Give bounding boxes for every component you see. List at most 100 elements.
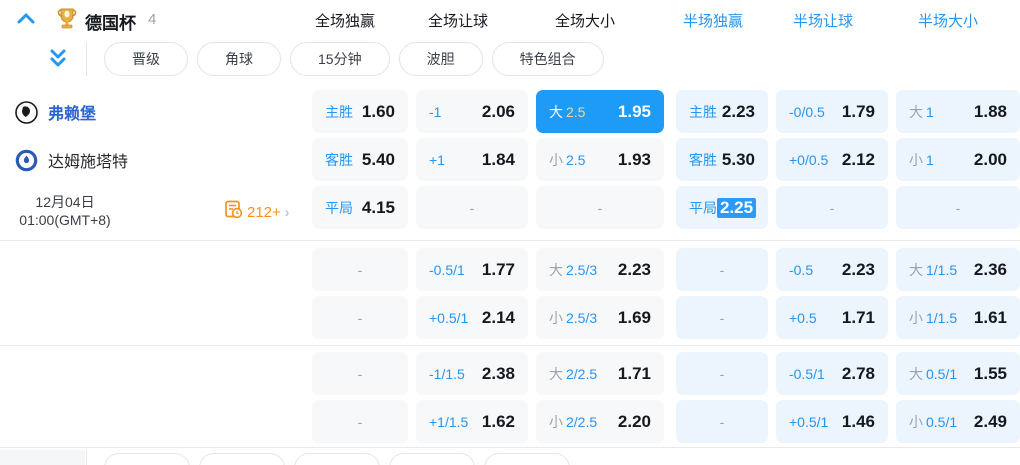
odds-cell[interactable]: - bbox=[312, 296, 408, 339]
next-section-collapse-area[interactable] bbox=[0, 450, 85, 465]
filter-chip[interactable]: 角球 bbox=[197, 42, 281, 76]
odds-label: 平局 bbox=[325, 199, 353, 216]
odds-label: 2.5 bbox=[566, 151, 586, 168]
odds-cell[interactable]: 客胜 5.40 bbox=[312, 138, 408, 181]
odds-cell[interactable]: -0.5/1 1.77 bbox=[416, 248, 528, 291]
odds-value: 1.95 bbox=[617, 101, 651, 121]
odds-cell[interactable]: 小 2.5/3 1.69 bbox=[536, 296, 664, 339]
odds-label: 主胜 bbox=[325, 103, 353, 120]
odds-cell[interactable]: 大 0.5/1 1.55 bbox=[896, 352, 1020, 395]
collapse-chevron-up-icon[interactable] bbox=[14, 7, 38, 31]
expand-double-chevron-down-icon[interactable] bbox=[45, 46, 71, 72]
odds-cell[interactable]: 大 2.5/3 2.23 bbox=[536, 248, 664, 291]
odds-label: -0.5 bbox=[789, 261, 814, 278]
odds-cell[interactable]: 主胜 2.23 bbox=[676, 90, 768, 133]
market-tab[interactable]: 半场让球 bbox=[793, 10, 853, 31]
odds-label: 客胜 bbox=[325, 151, 353, 168]
odds-value: 1.60 bbox=[361, 101, 395, 121]
filter-chip[interactable]: 15分钟 bbox=[290, 42, 390, 76]
odds-value: 2.78 bbox=[841, 363, 875, 383]
odds-cell[interactable]: +1/1.5 1.62 bbox=[416, 400, 528, 443]
match-time: 01:00(GMT+8) bbox=[19, 212, 111, 228]
filter-chip[interactable]: 波胆 bbox=[398, 42, 483, 76]
odds-value: 2.23 bbox=[841, 259, 875, 279]
odds-line-prefix: 大 bbox=[909, 261, 923, 278]
odds-cell[interactable]: - bbox=[676, 352, 768, 395]
odds-cell[interactable]: 小 0.5/1 2.49 bbox=[896, 400, 1020, 443]
odds-cell[interactable]: 大 1 1.88 bbox=[896, 90, 1020, 133]
market-tab[interactable]: 全场让球 bbox=[428, 10, 488, 31]
odds-cell[interactable]: +1 1.84 bbox=[416, 138, 528, 181]
odds-cell[interactable]: - bbox=[312, 400, 408, 443]
odds-cell[interactable]: +0.5 1.71 bbox=[776, 296, 888, 339]
odds-cell[interactable]: - bbox=[312, 352, 408, 395]
odds-cell[interactable]: 客胜 5.30 bbox=[676, 138, 768, 181]
market-tab[interactable]: 全场大小 bbox=[555, 10, 615, 31]
odds-cell[interactable]: - bbox=[676, 400, 768, 443]
odds-cell[interactable]: 大 2/2.5 1.71 bbox=[536, 352, 664, 395]
odds-cell[interactable]: 小 2.5 1.93 bbox=[536, 138, 664, 181]
market-tab[interactable]: 半场独赢 bbox=[683, 10, 743, 31]
next-section-chip[interactable] bbox=[199, 453, 285, 465]
odds-cell[interactable]: 大 2.5 1.95 bbox=[536, 90, 664, 133]
odds-label: 2/2.5 bbox=[566, 365, 598, 382]
odds-value: 2.38 bbox=[481, 363, 515, 383]
odds-cell[interactable]: - bbox=[776, 186, 888, 229]
odds-label: 0.5/1 bbox=[926, 413, 958, 430]
odds-cell[interactable]: 大 1/1.5 2.36 bbox=[896, 248, 1020, 291]
filter-chip[interactable]: 特色组合 bbox=[491, 42, 604, 76]
filter-chip[interactable]: 晋级 bbox=[104, 42, 188, 76]
odds-cell[interactable]: - bbox=[536, 186, 664, 229]
odds-cell[interactable]: - bbox=[416, 186, 528, 229]
odds-value: 1.84 bbox=[481, 149, 515, 169]
odds-line-prefix: 大 bbox=[909, 365, 923, 382]
odds-line-prefix: 小 bbox=[909, 151, 923, 168]
odds-cell[interactable]: -0/0.5 1.79 bbox=[776, 90, 888, 133]
next-section-chip[interactable] bbox=[484, 453, 570, 465]
odds-cell[interactable]: +0/0.5 2.12 bbox=[776, 138, 888, 181]
odds-cell[interactable]: -0.5 2.23 bbox=[776, 248, 888, 291]
odds-label: +0.5/1 bbox=[429, 309, 469, 326]
odds-line-prefix: 小 bbox=[549, 413, 563, 430]
odds-cell[interactable]: 平局 4.15 bbox=[312, 186, 408, 229]
odds-cell[interactable]: 小 1 2.00 bbox=[896, 138, 1020, 181]
odds-cell[interactable]: 小 1/1.5 1.61 bbox=[896, 296, 1020, 339]
next-section-chip[interactable] bbox=[294, 453, 380, 465]
home-team-logo bbox=[15, 100, 38, 124]
home-team-row: 弗赖堡 bbox=[0, 90, 96, 134]
market-tab[interactable]: 半场大小 bbox=[918, 10, 978, 31]
odds-cell[interactable]: - bbox=[312, 248, 408, 291]
filter-chips: 晋级 角球 15分钟 波胆 特色组合 bbox=[104, 42, 604, 76]
odds-value: 2.23 bbox=[617, 259, 651, 279]
odds-cell[interactable]: +0.5/1 2.14 bbox=[416, 296, 528, 339]
more-markets-link[interactable]: 212+ › bbox=[224, 200, 289, 224]
divider bbox=[86, 450, 87, 465]
league-header: 德国杯 4 全场独赢 全场让球 全场大小 半场独赢 半场让球 半场大小 bbox=[0, 0, 1020, 38]
betting-odds-panel: 德国杯 4 全场独赢 全场让球 全场大小 半场独赢 半场让球 半场大小 晋级 角球 15分钟波… bbox=[0, 0, 1020, 465]
odds-value: 1.71 bbox=[841, 307, 875, 327]
away-team-row: 达姆施塔特 bbox=[0, 138, 128, 182]
odds-label: 1 bbox=[926, 103, 934, 120]
odds-cell[interactable]: - bbox=[676, 248, 768, 291]
odds-cell[interactable]: +0.5/1 1.46 bbox=[776, 400, 888, 443]
odds-label: 1/1.5 bbox=[926, 261, 958, 278]
odds-cell[interactable]: -0.5/1 2.78 bbox=[776, 352, 888, 395]
odds-cell[interactable]: 主胜 1.60 bbox=[312, 90, 408, 133]
odds-value: 1.62 bbox=[481, 411, 515, 431]
market-tab[interactable]: 全场独赢 bbox=[315, 10, 375, 31]
next-section-chip[interactable] bbox=[104, 453, 190, 465]
next-section-chip[interactable] bbox=[389, 453, 475, 465]
home-team-name: 弗赖堡 bbox=[48, 106, 97, 123]
odds-line-prefix: 大 bbox=[549, 103, 563, 120]
odds-cell[interactable]: -1 2.06 bbox=[416, 90, 528, 133]
odds-cell[interactable]: -1/1.5 2.38 bbox=[416, 352, 528, 395]
odds-cell[interactable]: 小 2/2.5 2.20 bbox=[536, 400, 664, 443]
odds-cell[interactable]: - bbox=[896, 186, 1020, 229]
divider bbox=[0, 345, 1020, 346]
odds-cell[interactable]: - bbox=[676, 296, 768, 339]
odds-value: 2.25 bbox=[717, 197, 757, 218]
odds-value: 2.49 bbox=[973, 411, 1007, 431]
empty-odds: - bbox=[719, 261, 725, 278]
odds-cell[interactable]: 平局 2.25 bbox=[676, 186, 768, 229]
odds-value: 1.77 bbox=[481, 259, 515, 279]
